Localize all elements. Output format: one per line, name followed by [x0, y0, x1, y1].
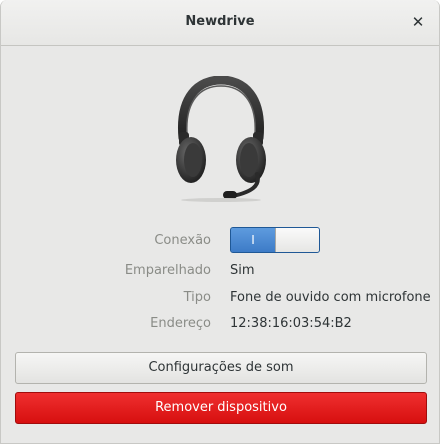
close-icon: ✕: [411, 13, 425, 31]
window-title: Newdrive: [185, 14, 255, 29]
sound-settings-button[interactable]: Configurações de som: [15, 352, 427, 384]
switch-knob[interactable]: [275, 228, 319, 252]
title-bar: Newdrive ✕: [1, 0, 439, 46]
headset-icon: [176, 76, 266, 202]
close-button[interactable]: ✕: [407, 11, 429, 33]
address-value: 12:38:16:03:54:B2: [230, 316, 352, 331]
paired-value: Sim: [230, 263, 255, 278]
address-label: Endereço: [150, 316, 211, 331]
type-value: Fone de ouvido com microfone: [230, 290, 431, 305]
connection-label: Conexão: [154, 233, 211, 248]
bluetooth-device-dialog: Newdrive ✕ Conexão I Emparelhado Sim Tip…: [0, 0, 440, 444]
remove-device-button[interactable]: Remover dispositivo: [15, 392, 427, 424]
switch-on-indicator: I: [231, 228, 275, 252]
connection-switch[interactable]: I: [230, 227, 320, 253]
type-label: Tipo: [183, 290, 211, 305]
paired-label: Emparelhado: [124, 263, 211, 278]
